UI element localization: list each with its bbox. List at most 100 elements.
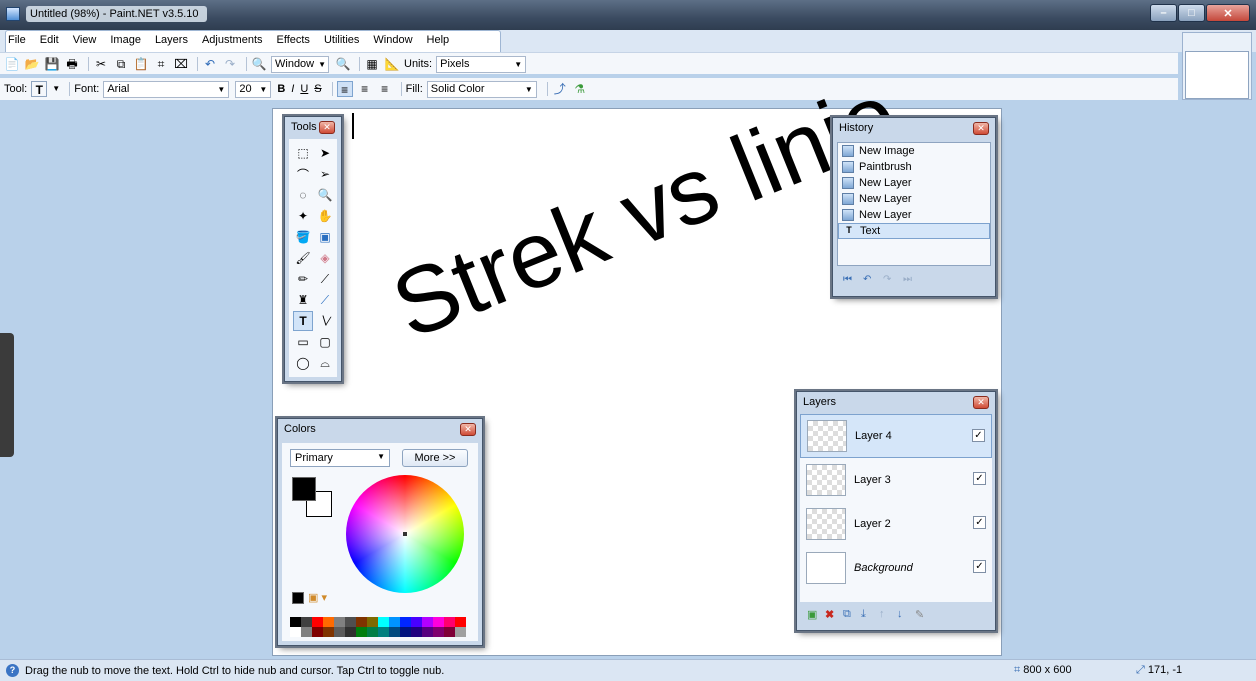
palette-swatch[interactable] [345,617,356,627]
palette-swatch[interactable] [367,627,378,637]
image-thumbnail-tab[interactable] [1182,32,1252,100]
rounded-rectangle-icon[interactable]: ▢ [315,332,335,352]
italic-button[interactable]: I [291,83,294,95]
align-center-icon[interactable]: ≡ [357,81,373,97]
fill-select[interactable]: Solid Color ▼ [426,80,537,98]
ruler-icon[interactable]: 📐 [384,56,400,72]
palette-swatch[interactable] [400,627,411,637]
paint-bucket-icon[interactable]: 🪣 [293,227,313,247]
palette-swatch[interactable] [444,617,455,627]
history-item[interactable]: New Image [838,143,990,159]
menu-window[interactable]: Window [373,34,412,46]
palette-swatch[interactable] [422,617,433,627]
color-picker-icon[interactable]: ⟋ [315,269,335,289]
rectangle-select-icon[interactable]: ⬚ [293,143,313,163]
more-colors-button[interactable]: More >> [402,449,468,467]
layer-visibility-checkbox[interactable]: ✓ [973,560,986,573]
layer-visibility-checkbox[interactable]: ✓ [973,472,986,485]
grid-icon[interactable]: ▦ [364,56,380,72]
palette-swatch[interactable] [389,627,400,637]
zoom-select[interactable]: Window ▼ [271,55,329,73]
antialiasing-icon[interactable]: ⤴ [552,81,568,97]
close-icon[interactable]: ✕ [973,395,989,409]
rectangle-icon[interactable]: ▭ [293,332,313,352]
crop-icon[interactable]: ⌗ [153,56,169,72]
undo-icon[interactable]: ↶ [202,56,218,72]
move-selection-icon[interactable]: ➤ [315,143,335,163]
move-layer-down-icon[interactable]: ↓ [897,608,911,621]
underline-button[interactable]: U [300,83,308,95]
palette-swatch[interactable] [455,627,466,637]
layer-visibility-checkbox[interactable]: ✓ [972,429,985,442]
palette-swatch[interactable] [334,627,345,637]
history-item[interactable]: New Layer [838,175,990,191]
palette-swatch[interactable] [444,627,455,637]
close-button[interactable]: ✕ [1206,4,1250,22]
pan-icon[interactable]: ✋ [315,206,335,226]
lasso-select-icon[interactable]: ⌒ [293,164,313,184]
palette-swatch[interactable] [356,617,367,627]
palette-color-icon[interactable] [292,591,304,604]
zoom-in-icon[interactable]: 🔍 [335,56,351,72]
palette-swatch[interactable] [301,627,312,637]
close-icon[interactable]: ✕ [460,422,476,436]
layer-row[interactable]: Layer 4 ✓ [800,414,992,458]
rewind-icon[interactable]: ⏮ [843,274,859,285]
palette-swatch[interactable] [367,617,378,627]
maximize-button[interactable]: □ [1178,4,1205,22]
palette-swatch[interactable] [334,617,345,627]
menu-edit[interactable]: Edit [40,34,59,46]
palette-swatch[interactable] [290,617,301,627]
eraser-icon[interactable]: ◈ [315,248,335,268]
bold-button[interactable]: B [277,83,285,95]
palette-swatch[interactable] [433,627,444,637]
new-image-icon[interactable]: 📄 [4,56,20,72]
duplicate-layer-icon[interactable]: ⧉ [843,608,857,621]
text-tool-icon[interactable]: T [31,81,48,97]
palette-swatch[interactable] [323,627,334,637]
layer-visibility-checkbox[interactable]: ✓ [973,516,986,529]
palette-swatch[interactable] [323,617,334,627]
palette-swatch[interactable] [356,627,367,637]
merge-layer-down-icon[interactable]: ⤓ [861,608,875,621]
strikethrough-button[interactable]: S [314,83,321,95]
palette-menu-icon[interactable]: ▣ ▾ [308,591,327,604]
color-palette[interactable] [290,617,466,637]
menu-view[interactable]: View [73,34,97,46]
menu-utilities[interactable]: Utilities [324,34,359,46]
menu-adjustments[interactable]: Adjustments [202,34,263,46]
paintbrush-icon[interactable]: 🖌 [293,248,313,268]
palette-swatch[interactable] [345,627,356,637]
zoom-out-icon[interactable]: 🔍 [251,56,267,72]
primary-color-swatch[interactable] [292,477,316,501]
open-icon[interactable]: 📂 [24,56,40,72]
zoom-icon[interactable]: 🔍 [315,185,335,205]
menu-file[interactable]: File [8,34,26,46]
palette-swatch[interactable] [290,627,301,637]
move-selected-icon[interactable]: ➢ [315,164,335,184]
fast-forward-icon[interactable]: ⏭ [903,274,919,285]
cut-icon[interactable]: ✂ [93,56,109,72]
menu-image[interactable]: Image [110,34,141,46]
align-left-icon[interactable]: ≡ [336,81,353,97]
history-item[interactable]: New Layer [838,191,990,207]
menu-help[interactable]: Help [427,34,450,46]
align-right-icon[interactable]: ≡ [377,81,393,97]
undo-icon[interactable]: ↶ [863,274,879,285]
layer-row[interactable]: Background ✓ [800,546,992,590]
palette-swatch[interactable] [378,627,389,637]
history-item[interactable]: T Text [838,223,990,239]
gradient-icon[interactable]: ▣ [315,227,335,247]
add-layer-icon[interactable]: ▣ [807,608,821,621]
close-icon[interactable]: ✕ [319,120,335,134]
palette-swatch[interactable] [411,627,422,637]
redo-icon[interactable]: ↷ [222,56,238,72]
copy-icon[interactable]: ⧉ [113,56,129,72]
history-item[interactable]: Paintbrush [838,159,990,175]
history-item[interactable]: New Layer [838,207,990,223]
move-layer-up-icon[interactable]: ↑ [879,608,893,621]
palette-swatch[interactable] [422,627,433,637]
close-icon[interactable]: ✕ [973,121,989,135]
palette-swatch[interactable] [312,627,323,637]
font-size-select[interactable]: 20 ▼ [235,80,272,98]
